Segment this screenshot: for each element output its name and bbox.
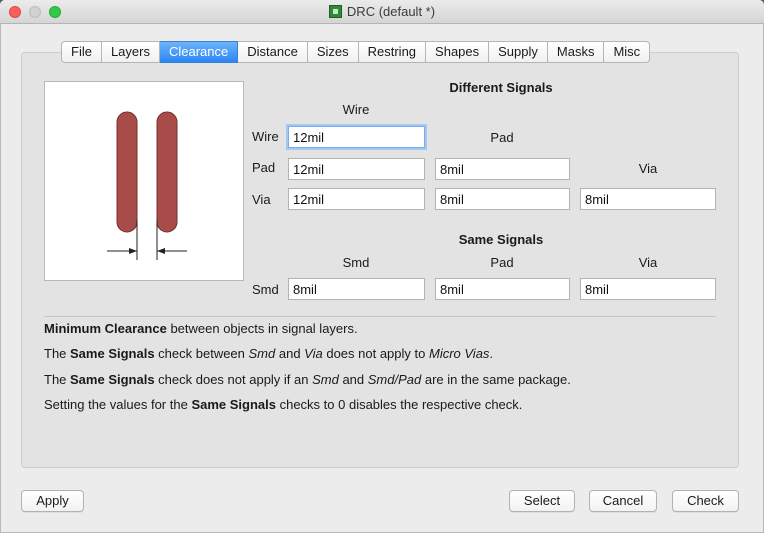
tab-misc[interactable]: Misc (604, 41, 651, 63)
same-signals-heading: Same Signals (458, 232, 544, 247)
tab-clearance[interactable]: Clearance (159, 41, 239, 63)
drc-window: DRC (default *) File Layers Clearance Di… (0, 0, 764, 533)
window-title-area: DRC (default *) (0, 4, 764, 19)
apply-button[interactable]: Apply (21, 490, 84, 512)
select-button[interactable]: Select (509, 490, 575, 512)
note-disable-check: Setting the values for the Same Signals … (44, 397, 523, 412)
col-header-same-via: Via (638, 255, 658, 270)
trace-right (156, 111, 178, 233)
check-button[interactable]: Check (672, 490, 739, 512)
title-bar: DRC (default *) (0, 0, 764, 24)
dim-arrow-left (129, 248, 137, 254)
col-header-smd: Smd (342, 255, 370, 270)
smd-pad-field[interactable] (435, 278, 570, 300)
clearance-preview-image (44, 81, 244, 281)
via-pad-field[interactable] (435, 188, 570, 210)
tab-shapes[interactable]: Shapes (426, 41, 490, 63)
trace-left (116, 111, 138, 233)
col-header-wire: Wire (342, 102, 370, 117)
row-label-wire: Wire (252, 129, 279, 144)
tab-masks[interactable]: Masks (547, 41, 605, 63)
row-label-smd: Smd (252, 282, 279, 297)
dim-arrow-right (157, 248, 165, 254)
tab-bar: File Layers Clearance Distance Sizes Res… (61, 41, 651, 63)
cancel-button[interactable]: Cancel (589, 490, 657, 512)
pad-pad-field[interactable] (435, 158, 570, 180)
via-wire-field[interactable] (288, 188, 425, 210)
pad-wire-field[interactable] (288, 158, 425, 180)
tab-supply[interactable]: Supply (489, 41, 548, 63)
eagle-app-icon (328, 5, 342, 18)
smd-via-field[interactable] (580, 278, 716, 300)
col-header-same-pad: Pad (490, 255, 514, 270)
tab-layers[interactable]: Layers (101, 41, 160, 63)
row-label-pad: Pad (252, 160, 276, 175)
note-same-package: The Same Signals check does not apply if… (44, 372, 571, 387)
note-minimum-clearance: Minimum Clearance between objects in sig… (44, 321, 358, 336)
note-micro-vias: The Same Signals check between Smd and V… (44, 346, 494, 361)
tab-file[interactable]: File (61, 41, 102, 63)
tab-restring[interactable]: Restring (358, 41, 427, 63)
clearance-diagram (107, 111, 187, 260)
window-title: DRC (default *) (346, 4, 436, 19)
separator-line (44, 316, 716, 317)
smd-smd-field[interactable] (288, 278, 425, 300)
wire-wire-field[interactable] (288, 126, 425, 148)
via-via-field[interactable] (580, 188, 716, 210)
tab-distance[interactable]: Distance (238, 41, 308, 63)
different-signals-heading: Different Signals (449, 80, 553, 95)
col-header-pad: Pad (490, 130, 514, 145)
row-label-via: Via (252, 192, 271, 207)
tab-sizes[interactable]: Sizes (307, 41, 359, 63)
col-header-via: Via (638, 161, 658, 176)
